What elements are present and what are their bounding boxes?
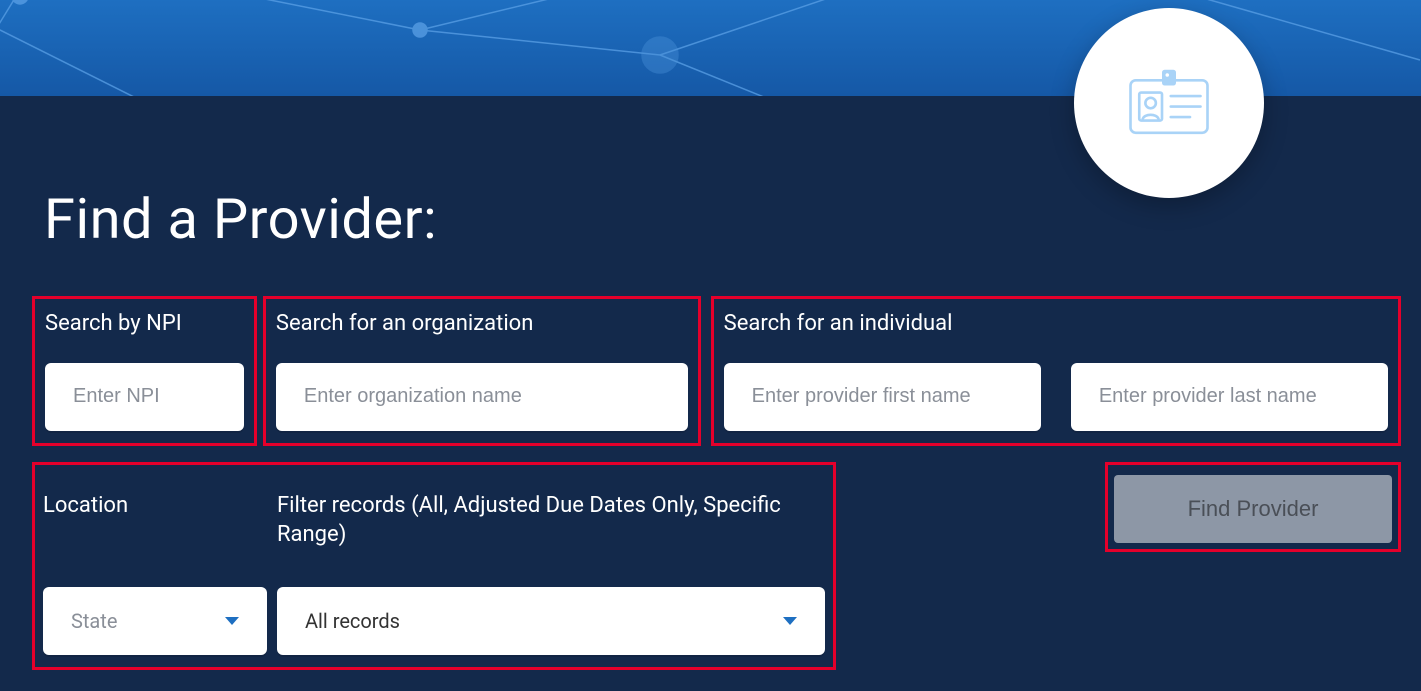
id-badge-circle	[1074, 8, 1264, 198]
label-search-individual: Search for an individual	[724, 309, 1388, 339]
group-filter-records: Filter records (All, Adjusted Due Dates …	[277, 491, 825, 655]
filter-records-select[interactable]: All records	[277, 587, 825, 655]
state-select-value: State	[71, 609, 117, 633]
group-submit: Find Provider	[1105, 462, 1401, 552]
npi-input[interactable]	[45, 363, 244, 431]
group-search-organization: Search for an organization	[263, 296, 701, 446]
chevron-down-icon	[225, 617, 239, 625]
group-location-and-filter: Location State Filter records (All, Adju…	[32, 462, 836, 670]
provider-last-name-input[interactable]	[1071, 363, 1388, 431]
filter-records-value: All records	[305, 609, 400, 633]
group-search-by-npi: Search by NPI	[32, 296, 257, 446]
id-badge-icon	[1124, 68, 1214, 138]
chevron-down-icon	[783, 617, 797, 625]
page-title: Find a Provider:	[44, 186, 437, 252]
group-location: Location State	[43, 465, 267, 655]
state-select[interactable]: State	[43, 587, 267, 655]
organization-name-input[interactable]	[276, 363, 688, 431]
label-search-organization: Search for an organization	[276, 309, 688, 339]
group-search-individual: Search for an individual	[711, 296, 1401, 446]
label-location: Location	[43, 491, 267, 563]
label-search-by-npi: Search by NPI	[45, 309, 244, 339]
find-provider-button[interactable]: Find Provider	[1114, 475, 1392, 543]
find-provider-form: Search by NPI Search for an organization…	[32, 296, 1401, 670]
label-filter-records: Filter records (All, Adjusted Due Dates …	[277, 491, 825, 563]
provider-first-name-input[interactable]	[724, 363, 1041, 431]
